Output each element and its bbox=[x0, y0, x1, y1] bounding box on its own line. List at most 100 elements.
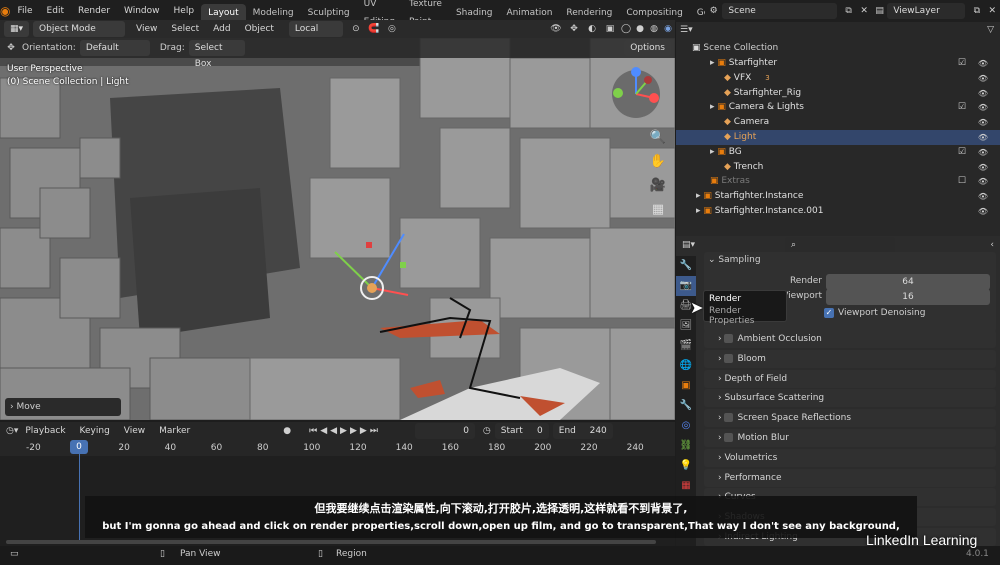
properties-options-icon[interactable]: ‹ bbox=[990, 240, 994, 250]
filter-icon[interactable]: ▽ bbox=[987, 25, 994, 35]
panel-enable-checkbox[interactable] bbox=[724, 433, 734, 442]
property-panel-header[interactable]: › Screen Space Reflections bbox=[704, 409, 996, 428]
menu-view[interactable]: View bbox=[129, 20, 164, 38]
exclude-checkbox-icon[interactable]: ☑ bbox=[958, 56, 966, 71]
marker-menu[interactable]: Marker bbox=[152, 422, 197, 440]
property-panel-header[interactable]: › Subsurface Scattering bbox=[704, 389, 996, 408]
menu-object[interactable]: Object bbox=[238, 20, 281, 38]
scene-selector[interactable]: Scene bbox=[722, 3, 837, 19]
shading-rendered-icon[interactable]: ◉ bbox=[661, 24, 675, 34]
editor-type-icon[interactable]: ▦▾ bbox=[4, 21, 30, 37]
gizmo-icon[interactable]: ✥ bbox=[565, 24, 583, 34]
zoom-icon[interactable]: 🔍 bbox=[648, 126, 668, 150]
data-tab-icon[interactable]: 💡 bbox=[676, 456, 696, 476]
outliner-row[interactable]: ▸ ▣ Starfighter 👁 ☑ bbox=[676, 56, 1000, 71]
panel-enable-checkbox[interactable] bbox=[724, 334, 734, 343]
eye-visibility-icon[interactable]: 👁 bbox=[978, 56, 988, 71]
transform-orientation-selector[interactable]: Local bbox=[288, 21, 343, 37]
snap-icon[interactable]: 🧲 bbox=[365, 24, 383, 34]
outliner-row[interactable]: ▸ ▣ Starfighter.Instance.001 👁 bbox=[676, 204, 1000, 219]
outliner-row[interactable]: ◆ Light 👁 bbox=[676, 130, 1000, 145]
playback-menu[interactable]: Playback bbox=[18, 422, 72, 440]
outliner-row[interactable]: ▸ ▣ BG 👁 ☑ bbox=[676, 145, 1000, 160]
shading-wireframe-icon[interactable]: ◯ bbox=[619, 24, 633, 34]
panel-enable-checkbox[interactable] bbox=[724, 353, 734, 363]
viewport-denoising-toggle[interactable]: ✓ Viewport Denoising bbox=[824, 308, 925, 318]
pivot-icon[interactable]: ⊙ bbox=[347, 24, 365, 34]
keying-menu[interactable]: Keying bbox=[73, 422, 117, 440]
start-frame-field[interactable]: Start 0 bbox=[494, 423, 549, 439]
property-panel-header[interactable]: › Performance bbox=[704, 468, 996, 487]
camera-view-icon[interactable]: 🎥 bbox=[648, 174, 668, 198]
menu-help[interactable]: Help bbox=[167, 0, 202, 22]
outliner-row[interactable]: ◆ VFX 3 👁 bbox=[676, 71, 1000, 86]
eye-visibility-icon[interactable]: 👁 bbox=[978, 189, 988, 204]
menu-file[interactable]: File bbox=[10, 0, 39, 22]
menu-edit[interactable]: Edit bbox=[40, 0, 71, 22]
properties-editor-icon[interactable]: ▤▾ bbox=[682, 240, 695, 250]
checkbox-checked-icon[interactable]: ✓ bbox=[824, 308, 834, 318]
world-tab-icon[interactable]: 🌐 bbox=[676, 356, 696, 376]
eye-visibility-icon[interactable]: 👁 bbox=[978, 145, 988, 160]
sampling-header[interactable]: ⌄ Sampling bbox=[704, 252, 996, 268]
scene-tab-icon[interactable]: 🎬 bbox=[676, 336, 696, 356]
eye-visibility-icon[interactable]: 👁 bbox=[978, 115, 988, 130]
panel-enable-checkbox[interactable] bbox=[724, 413, 734, 423]
eye-visibility-icon[interactable]: 👁 bbox=[978, 204, 988, 219]
object-tab-icon[interactable]: ▣ bbox=[676, 376, 696, 396]
property-panel-header[interactable]: › Motion Blur bbox=[704, 429, 996, 447]
record-icon[interactable]: ● bbox=[283, 426, 291, 436]
drag-selector[interactable]: Select Box bbox=[188, 40, 245, 69]
eye-visibility-icon[interactable]: 👁 bbox=[978, 86, 988, 101]
playback-controls[interactable]: ⏮◀◀▶▶▶⏭ bbox=[309, 426, 381, 436]
properties-search[interactable]: ⌕ bbox=[785, 237, 896, 253]
copy-layer-icon[interactable]: ⧉ bbox=[969, 6, 984, 16]
outliner-editor-icon[interactable]: ☰▾ bbox=[680, 25, 693, 35]
ortho-grid-icon[interactable]: ▦ bbox=[648, 198, 668, 222]
blender-logo-icon[interactable]: ◉ bbox=[0, 0, 10, 22]
move-tool-icon[interactable]: ✥ bbox=[0, 43, 22, 53]
view-layer-selector[interactable]: ViewLayer bbox=[887, 3, 966, 19]
orientation-selector[interactable]: Default bbox=[79, 40, 150, 56]
eye-visibility-icon[interactable]: 👁 bbox=[978, 174, 988, 189]
xray-icon[interactable]: ▣ bbox=[601, 24, 619, 34]
property-panel-header[interactable]: › Bloom bbox=[704, 349, 996, 368]
mode-selector[interactable]: Object Mode bbox=[33, 21, 126, 37]
copy-scene-icon[interactable]: ⧉ bbox=[841, 6, 856, 16]
property-panel-header[interactable]: › Ambient Occlusion bbox=[704, 330, 996, 348]
navigation-gizmo[interactable] bbox=[608, 66, 664, 125]
property-panel-header[interactable]: › Volumetrics bbox=[704, 448, 996, 467]
visibility-icon[interactable]: 👁 bbox=[547, 24, 565, 34]
outliner-row[interactable]: ▸ ▣ Starfighter.Instance 👁 bbox=[676, 189, 1000, 204]
outliner-row[interactable]: ▣ Extras 👁 ☐ bbox=[676, 174, 1000, 189]
eye-visibility-icon[interactable]: 👁 bbox=[978, 100, 988, 115]
exclude-checkbox-icon[interactable]: ☑ bbox=[958, 100, 966, 115]
3d-viewport[interactable]: 🔍 ✋ 🎥 ▦ User Perspective (0) Scene Colle… bbox=[0, 38, 675, 420]
end-frame-field[interactable]: End 240 bbox=[552, 423, 613, 439]
options-button[interactable]: Options bbox=[624, 40, 671, 56]
view-layer-tab-icon[interactable]: 🖼 bbox=[676, 316, 696, 336]
proportional-edit-icon[interactable]: ◎ bbox=[383, 24, 401, 34]
outliner-row[interactable]: ◆ Trench 👁 bbox=[676, 160, 1000, 175]
hand-pan-icon[interactable]: ✋ bbox=[648, 150, 668, 174]
timeline-ruler[interactable]: -20 0 20 40 60 80 100 120 140 160 180 200 220 240 bbox=[0, 440, 675, 456]
timeline-scrollbar[interactable] bbox=[6, 540, 656, 544]
outliner-row[interactable]: ▸ ▣ Camera & Lights 👁 ☑ bbox=[676, 100, 1000, 115]
modifier-tab-icon[interactable]: 🔧 bbox=[676, 396, 696, 416]
last-operator-panel[interactable]: › Move bbox=[5, 398, 121, 416]
outliner-row[interactable]: ◆ Starfighter_Rig 👁 bbox=[676, 86, 1000, 101]
eye-visibility-icon[interactable]: 👁 bbox=[978, 160, 988, 175]
close-scene-icon[interactable]: ✕ bbox=[856, 6, 871, 16]
physics-tab-icon[interactable]: ◎ bbox=[676, 416, 696, 436]
menu-render[interactable]: Render bbox=[71, 0, 117, 22]
clock-icon[interactable]: ◷ bbox=[483, 426, 491, 436]
texture-tab-icon[interactable]: ▦ bbox=[676, 476, 696, 496]
eye-visibility-icon[interactable]: 👁 bbox=[978, 71, 988, 86]
menu-select[interactable]: Select bbox=[164, 20, 206, 38]
shading-solid-icon[interactable]: ● bbox=[633, 24, 647, 34]
property-panel-header[interactable]: › Depth of Field bbox=[704, 369, 996, 388]
timeline-editor-icon[interactable]: ◷▾ bbox=[6, 426, 18, 436]
tool-tab-icon[interactable]: 🔧 bbox=[676, 256, 696, 276]
exclude-checkbox-icon[interactable]: ☐ bbox=[958, 174, 966, 189]
close-layer-icon[interactable]: ✕ bbox=[985, 6, 1000, 16]
